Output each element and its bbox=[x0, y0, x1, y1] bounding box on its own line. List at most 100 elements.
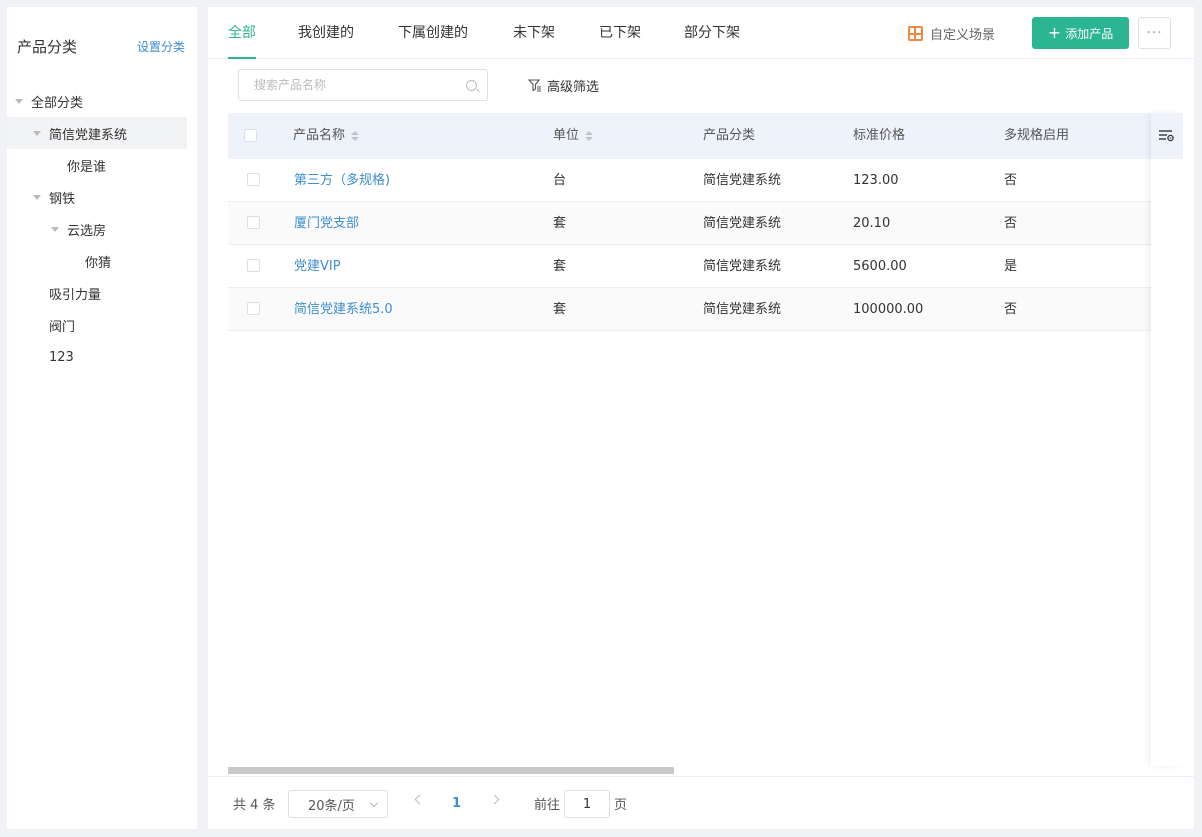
cell-unit: 套 bbox=[553, 259, 567, 274]
advanced-filter-label: 高级筛选 bbox=[547, 79, 600, 95]
custom-scene-button[interactable]: 自定义场景 bbox=[908, 7, 995, 59]
tree-node[interactable]: 你猜 bbox=[7, 245, 197, 277]
cell-multi-spec: 否 bbox=[1004, 173, 1018, 188]
tab-partially-delisted[interactable]: 部分下架 bbox=[684, 7, 740, 59]
custom-scene-label: 自定义场景 bbox=[930, 27, 996, 43]
filter-funnel-icon bbox=[528, 79, 541, 92]
cell-multi-spec: 否 bbox=[1004, 302, 1018, 317]
add-product-button[interactable]: + 添加产品 bbox=[1032, 17, 1129, 49]
tab-not-delisted[interactable]: 未下架 bbox=[513, 7, 555, 59]
column-settings-button[interactable] bbox=[1151, 113, 1183, 159]
tree-node[interactable]: 阀门 bbox=[7, 309, 197, 341]
tree-node[interactable]: 你是谁 bbox=[7, 149, 197, 181]
tree-node-label: 阀门 bbox=[49, 319, 76, 335]
sidebar-title: 产品分类 bbox=[17, 37, 78, 56]
main-panel: 全部 我创建的 下属创建的 未下架 已下架 部分下架 自定义场景 + 添加产品 … bbox=[208, 7, 1194, 829]
cell-price: 5600.00 bbox=[853, 259, 907, 274]
page-number-current[interactable]: 1 bbox=[452, 796, 461, 811]
settings-category-link[interactable]: 设置分类 bbox=[137, 38, 185, 55]
table-body: 第三方（多规格) 台简信党建系统 123.00 否厦门党支部套简信党建系统 20.10 否… bbox=[228, 159, 1171, 331]
cell-price: 20.10 bbox=[853, 216, 891, 231]
category-sidebar: 产品分类 设置分类 全部分类简信党建系统 你是谁钢铁云选房你猜吸引力量阀门 123 bbox=[7, 7, 197, 829]
column-header-category: 产品分类 bbox=[703, 128, 756, 143]
tree-node-label: 钢铁 bbox=[49, 191, 76, 207]
column-header-price: 标准价格 bbox=[853, 128, 906, 143]
cell-category: 简信党建系统 bbox=[703, 173, 782, 188]
cell-price: 100000.00 bbox=[853, 302, 924, 317]
table-header: 产品名称 单位 产品分类 标准价格 多规格启用 bbox=[228, 113, 1171, 159]
cell-product-name[interactable]: 第三方（多规格) bbox=[294, 159, 390, 202]
cell-unit: 套 bbox=[553, 216, 567, 231]
prev-page-icon[interactable] bbox=[414, 794, 425, 805]
row-checkbox[interactable] bbox=[247, 259, 260, 272]
tree-node[interactable]: 123 bbox=[7, 341, 197, 373]
caret-down-icon[interactable] bbox=[33, 194, 41, 200]
column-header-label: 产品名称 bbox=[293, 128, 346, 143]
cell-price: 123.00 bbox=[853, 173, 899, 188]
column-header-unit[interactable]: 单位 bbox=[553, 113, 594, 159]
goto-label: 前往 bbox=[534, 797, 561, 813]
more-options-button[interactable]: ··· bbox=[1138, 17, 1171, 49]
table-row: 简信党建系统5.0 套 简信党建系统 100000.00 否 bbox=[228, 288, 1171, 331]
add-product-label: 添加产品 bbox=[1065, 26, 1114, 41]
horizontal-scrollbar[interactable] bbox=[228, 767, 674, 774]
caret-down-icon[interactable] bbox=[15, 98, 23, 104]
tab-delisted[interactable]: 已下架 bbox=[599, 7, 641, 59]
column-header-label: 单位 bbox=[553, 128, 580, 143]
tree-node-label: 123 bbox=[49, 349, 74, 365]
row-checkbox[interactable] bbox=[247, 302, 260, 315]
tree-node-label: 吸引力量 bbox=[49, 287, 102, 303]
sort-icon[interactable] bbox=[351, 131, 360, 141]
cell-multi-spec: 否 bbox=[1004, 216, 1018, 231]
cell-product-name[interactable]: 厦门党支部 bbox=[294, 202, 359, 245]
select-all-checkbox[interactable] bbox=[244, 129, 257, 142]
caret-down-icon[interactable] bbox=[51, 226, 59, 232]
cell-category: 简信党建系统 bbox=[703, 259, 782, 274]
tab-created-by-subordinates[interactable]: 下属创建的 bbox=[398, 7, 468, 59]
column-header-multi-spec: 多规格启用 bbox=[1004, 128, 1070, 143]
cell-multi-spec: 是 bbox=[1004, 259, 1018, 274]
page-size-value: 20条/页 bbox=[308, 798, 355, 814]
table-row: 厦门党支部 套 简信党建系统 20.10 否 bbox=[228, 202, 1171, 245]
product-table: 产品名称 单位 产品分类 标准价格 多规格启用 第三方（多规格) 台简信党建系统 1… bbox=[228, 113, 1183, 766]
tab-created-by-me[interactable]: 我创建的 bbox=[298, 7, 354, 59]
row-checkbox[interactable] bbox=[247, 173, 260, 186]
cell-product-name[interactable]: 党建VIP bbox=[294, 245, 341, 288]
row-checkbox[interactable] bbox=[247, 216, 260, 229]
cell-unit: 台 bbox=[553, 173, 567, 188]
filter-bar: 高级筛选 bbox=[208, 59, 1194, 113]
plus-icon: + bbox=[1047, 23, 1062, 42]
category-tree: 全部分类简信党建系统 你是谁钢铁云选房你猜吸引力量阀门 123 bbox=[7, 85, 197, 373]
column-settings-panel bbox=[1151, 113, 1183, 766]
tabs-bar: 全部 我创建的 下属创建的 未下架 已下架 部分下架 自定义场景 + 添加产品 … bbox=[208, 7, 1194, 59]
tree-node[interactable]: 简信党建系统 bbox=[7, 117, 187, 149]
page-size-select[interactable]: 20条/页 bbox=[288, 790, 388, 818]
column-header-name[interactable]: 产品名称 bbox=[293, 113, 360, 159]
tree-node[interactable]: 吸引力量 bbox=[7, 277, 197, 309]
grid-layout-icon bbox=[908, 25, 923, 41]
goto-suffix: 页 bbox=[614, 797, 628, 813]
tree-node-label: 简信党建系统 bbox=[49, 127, 128, 143]
advanced-filter-button[interactable]: 高级筛选 bbox=[528, 69, 599, 101]
tree-node[interactable]: 钢铁 bbox=[7, 181, 197, 213]
tree-node[interactable]: 云选房 bbox=[7, 213, 197, 245]
search-icon[interactable] bbox=[466, 79, 477, 91]
cell-category: 简信党建系统 bbox=[703, 216, 782, 231]
cell-category: 简信党建系统 bbox=[703, 302, 782, 317]
next-page-icon[interactable] bbox=[489, 794, 500, 805]
caret-down-icon[interactable] bbox=[33, 130, 41, 136]
tab-all[interactable]: 全部 bbox=[228, 7, 256, 59]
cell-unit: 套 bbox=[553, 302, 567, 317]
cell-product-name[interactable]: 简信党建系统5.0 bbox=[294, 288, 393, 331]
search-box bbox=[238, 69, 488, 101]
table-row: 党建VIP 套 简信党建系统 5600.00 是 bbox=[228, 245, 1171, 288]
total-count: 共 4 条 bbox=[233, 797, 276, 813]
tree-node-label: 全部分类 bbox=[31, 95, 84, 111]
search-input[interactable] bbox=[254, 78, 466, 92]
goto-page-input[interactable] bbox=[564, 790, 610, 818]
tree-node[interactable]: 全部分类 bbox=[7, 85, 197, 117]
sort-icon[interactable] bbox=[585, 131, 594, 141]
tree-node-label: 云选房 bbox=[67, 223, 107, 239]
pagination: 共 4 条 20条/页 1 前往 页 bbox=[208, 776, 1194, 829]
tree-node-label: 你是谁 bbox=[67, 159, 107, 175]
